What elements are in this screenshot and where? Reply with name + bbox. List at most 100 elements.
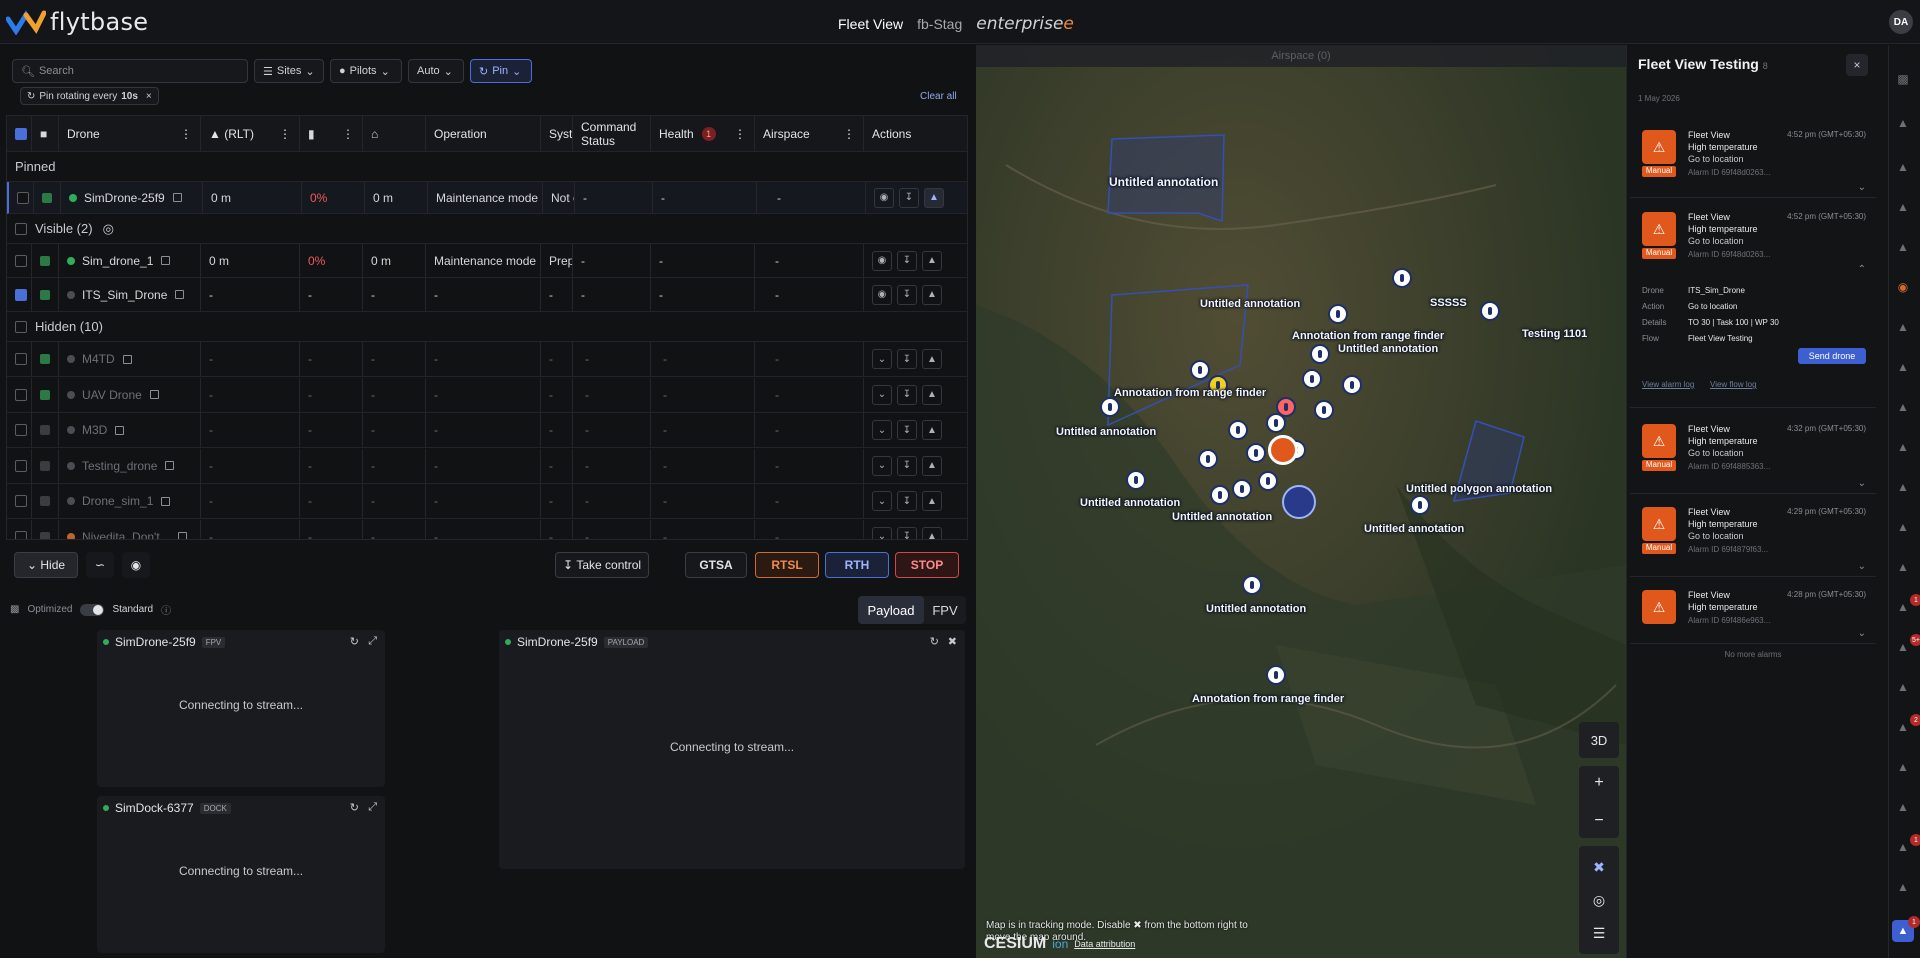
table-row[interactable]: M4TD - - - - - - - - ⌄ ↧ ▲ [7,342,967,377]
col-health[interactable]: Health 1 ⋮ [651,116,755,151]
external-link-icon[interactable] [161,256,171,265]
bell-icon[interactable]: ▲ [1896,600,1910,614]
col-operation[interactable]: Operation [426,116,541,151]
drone-name-cell[interactable]: Testing_drone [59,448,201,483]
more-icon[interactable]: ⋮ [734,127,746,141]
dock-icon[interactable]: ▩ [1896,72,1910,86]
annotation-label[interactable]: Untitled annotation [1109,175,1218,189]
map-pin[interactable] [1228,420,1248,440]
external-link-icon[interactable] [122,354,132,364]
download-icon[interactable]: ↧ [897,455,917,476]
alarm-card[interactable]: ⚠ Manual Fleet View High temperature Go to l… [1630,118,1876,198]
bell-icon[interactable]: ▲ [1896,680,1910,694]
map-pin[interactable] [1246,443,1266,463]
row-checkbox-cell[interactable] [7,377,32,412]
bell-icon[interactable]: ▲ [1896,880,1910,894]
refresh-icon[interactable]: ↻ [350,635,359,648]
zoom-out-icon[interactable]: − [1594,812,1603,830]
pin-icon[interactable]: ▲ [922,491,942,511]
table-row[interactable]: M3D - - - - - - - - ⌄ ↧ ▲ [7,413,967,448]
map-pin[interactable] [1392,268,1412,288]
table-row[interactable]: Testing_drone - - - - - - - - ⌄ ↧ ▲ [7,448,967,484]
external-link-icon[interactable] [175,290,185,299]
more-icon[interactable]: ⋮ [843,127,855,141]
download-icon[interactable]: ↧ [897,420,917,440]
pin-icon[interactable]: ▲ [922,349,942,369]
bell-icon[interactable]: ▲ [1896,760,1910,774]
pin-icon[interactable]: ▲ [922,526,942,539]
pin-icon[interactable]: ▲ [922,250,942,271]
annotation-label[interactable]: Untitled annotation [1206,603,1306,615]
row-checkbox-cell[interactable] [7,342,32,376]
row-checkbox[interactable] [15,254,27,267]
row-checkbox-cell[interactable] [7,519,32,539]
eye-off-icon[interactable]: ⌄ [872,491,892,511]
annotation-label[interactable]: Untitled annotation [1338,343,1438,355]
refresh-icon[interactable]: ↻ [350,801,359,814]
map-pin[interactable] [1100,397,1120,417]
eye-off-icon[interactable]: ⌄ [872,420,892,440]
col-command-status[interactable]: Command Status [573,116,651,151]
refresh-icon[interactable]: ↻ [930,635,939,648]
bell-icon[interactable]: ▲ [1896,840,1910,854]
row-checkbox-cell[interactable] [7,413,32,447]
drone-name-cell[interactable]: M4TD [59,342,201,376]
select-all-cell[interactable] [7,116,32,151]
search-input[interactable]: 🔍︎ Search [12,59,248,83]
locate-icon[interactable]: ◎ [103,221,114,237]
sites-filter[interactable]: ☰ Sites ⌄ [254,59,324,83]
table-row[interactable]: Sim_drone_1 0 m 0% 0 m Maintenance mode … [7,244,967,278]
external-link-icon[interactable] [165,461,175,470]
row-checkbox[interactable] [15,288,27,301]
clear-all-link[interactable]: Clear all [920,91,957,102]
annotation-label[interactable]: Annotation from range finder [1114,387,1266,399]
rtsl-button[interactable]: RTSL [755,552,819,578]
annotation-label[interactable]: Annotation from range finder [1292,330,1444,342]
row-checkbox-cell[interactable] [7,244,32,277]
bell-icon[interactable]: ▲ [1896,116,1910,130]
pin-icon[interactable]: ▲ [922,284,942,305]
download-icon[interactable]: ↧ [897,250,917,271]
pin-icon[interactable]: ▲ [922,455,942,476]
table-row[interactable]: ITS_Sim_Drone - - - - - - - - ◉ ↧ ▲ [7,278,967,312]
map-pin[interactable] [1410,495,1430,515]
view-flow-log-link[interactable]: View flow log [1710,380,1757,389]
map-pin[interactable] [1266,413,1286,433]
external-link-icon[interactable] [177,532,187,539]
col-airspace[interactable]: Airspace ⋮ [755,116,864,151]
chevron-down-icon[interactable]: ⌄ [1858,628,1866,639]
table-row[interactable]: SimDrone-25f9 0 m 0% 0 m Maintenance mod… [7,182,967,214]
more-icon[interactable]: ⋮ [342,127,354,141]
drone-name-cell[interactable]: M3D [59,413,201,447]
annotation-label[interactable]: Untitled annotation [1056,426,1156,438]
video-tile-dock[interactable]: SimDock-6377 DOCK ↻ ⤢ Connecting to strea… [97,796,385,953]
close-panel-button[interactable]: × [1846,54,1868,76]
avatar[interactable]: DA [1889,10,1913,34]
stop-button[interactable]: STOP [895,552,959,578]
pin-filter[interactable]: ↻ Pin ⌄ [470,59,532,83]
eye-icon[interactable]: ◉ [872,250,892,271]
annotation-label[interactable]: Untitled annotation [1364,523,1464,535]
annotation-label[interactable]: Untitled polygon annotation [1406,483,1552,495]
map-pin[interactable] [1480,301,1500,321]
external-link-icon[interactable] [161,496,171,506]
row-checkbox[interactable] [15,530,27,539]
chevron-up-icon[interactable]: ⌃ [1858,264,1866,275]
alarm-card[interactable]: ⚠ Fleet View High temperature 4:28 pm (GMT+… [1630,578,1876,644]
map-pin[interactable] [1302,369,1322,389]
nav-fleet-view[interactable]: Fleet View [838,16,903,32]
map-pin[interactable] [1232,479,1252,499]
toggle-3d-button[interactable]: 3D [1579,722,1619,758]
map-pin[interactable] [1310,344,1330,364]
bell-icon[interactable]: ▲ [1896,560,1910,574]
external-link-icon[interactable] [149,390,159,399]
download-icon[interactable]: ↧ [897,284,917,305]
drone-marker[interactable] [1268,435,1298,465]
bell-icon[interactable]: ▲ [1896,480,1910,494]
chevron-down-icon[interactable]: ⌄ [1858,478,1866,489]
bell-icon[interactable]: ▲ [1896,400,1910,414]
rth-button[interactable]: RTH [825,552,889,578]
section-checkbox[interactable] [15,320,27,333]
table-row[interactable]: UAV Drone - - - - - - - - ⌄ ↧ ▲ [7,377,967,413]
more-icon[interactable]: ⋮ [279,127,291,141]
